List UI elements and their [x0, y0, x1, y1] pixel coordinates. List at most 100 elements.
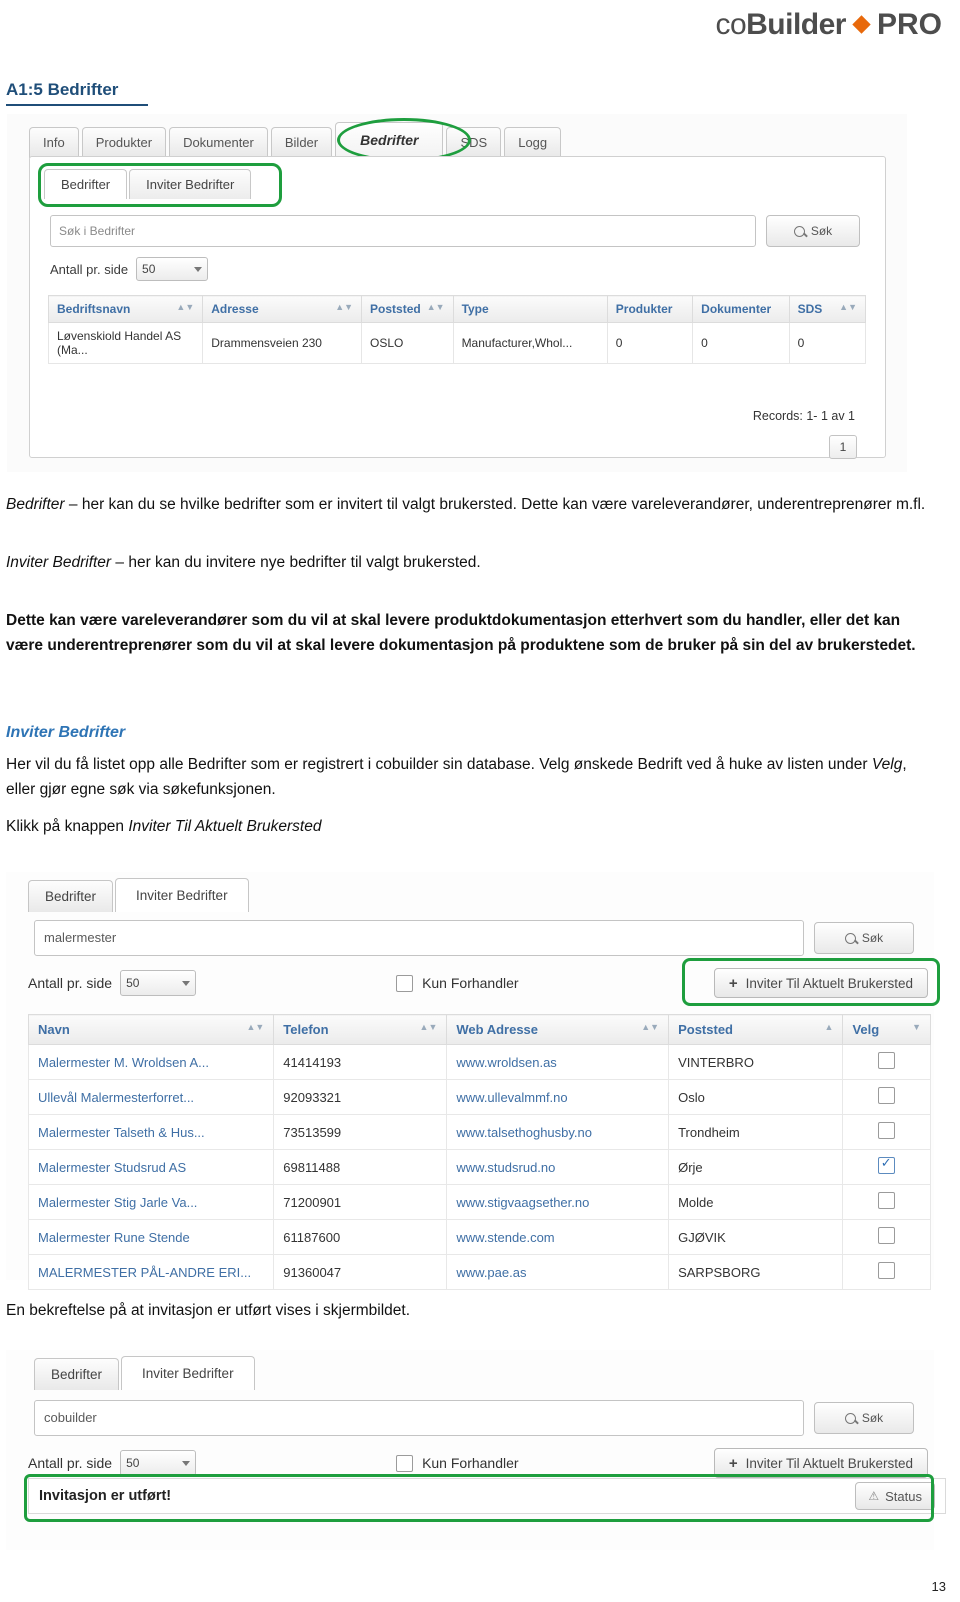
tab-bilder[interactable]: Bilder	[270, 127, 333, 158]
s3-per-page-value: 50	[126, 1456, 140, 1470]
tab-bedrifter[interactable]: Bedrifter	[335, 122, 444, 158]
col-navn[interactable]: Navn ▲▼	[27, 1014, 275, 1045]
velg-checkbox-checked[interactable]	[878, 1155, 896, 1174]
search-icon	[844, 932, 856, 944]
cell-navn[interactable]: MALERMESTER PÅL-ANDRE ERI...	[27, 1254, 275, 1290]
cell-navn[interactable]: Malermester M. Wroldsen A...	[27, 1044, 275, 1080]
s2-per-page-select[interactable]: 50	[120, 970, 197, 996]
cell-velg[interactable]	[842, 1184, 931, 1220]
sort-icon: ▲▼	[246, 1022, 265, 1032]
col-bedriftsnavn[interactable]: Bedriftsnavn ▲▼	[47, 295, 204, 323]
cell-velg[interactable]	[842, 1149, 931, 1185]
cell-navn[interactable]: Malermester Talseth & Hus...	[27, 1114, 275, 1150]
cell-velg[interactable]	[842, 1219, 931, 1255]
cell-velg[interactable]	[842, 1114, 931, 1150]
search-button[interactable]: Søk	[766, 215, 860, 247]
s2-kun-forhandler[interactable]: Kun Forhandler	[396, 974, 519, 992]
sub-tab-bar: Bedrifter Inviter Bedrifter	[44, 169, 253, 199]
cell-web[interactable]: www.studsrud.no	[446, 1149, 670, 1185]
velg-checkbox[interactable]	[878, 1227, 896, 1244]
pagination-page-1[interactable]: 1	[829, 435, 857, 459]
table-row[interactable]: MALERMESTER PÅL-ANDRE ERI... 91360047 ww…	[27, 1254, 931, 1290]
table-row[interactable]: Malermester Rune Stende 61187600 www.ste…	[27, 1219, 931, 1255]
cell-web[interactable]: www.stende.com	[446, 1219, 670, 1255]
col-sds[interactable]: SDS ▲▼	[788, 295, 867, 323]
velg-checkbox[interactable]	[878, 1192, 896, 1209]
sort-icon: ▲▼	[426, 302, 445, 312]
per-page-row: Antall pr. side 50	[50, 257, 209, 281]
s2-search-button[interactable]: Søk	[814, 922, 914, 954]
col-poststed[interactable]: Poststed ▲▼	[361, 295, 454, 323]
bedrifter-table: Bedriftsnavn ▲▼ Adresse ▲▼ Poststed ▲▼ Type…	[47, 295, 867, 364]
tab-logg[interactable]: Logg	[504, 127, 562, 158]
cell-poststed: SARPSBORG	[668, 1254, 844, 1290]
table-row[interactable]: Malermester Talseth & Hus... 73513599 ww…	[27, 1114, 931, 1150]
subtab-inviter-bedrifter[interactable]: Inviter Bedrifter	[129, 169, 252, 199]
cell-web[interactable]: www.pae.as	[446, 1254, 670, 1290]
s3-invite-button[interactable]: + Inviter Til Aktuelt Brukersted	[713, 1448, 928, 1478]
cell-velg[interactable]	[842, 1044, 931, 1080]
cell-velg[interactable]	[842, 1079, 931, 1115]
tab-info[interactable]: Info	[29, 127, 79, 158]
s3-search-input[interactable]: cobuilder	[34, 1400, 804, 1436]
col-produkter[interactable]: Produkter	[606, 295, 694, 323]
main-tab-bar: Info Produkter Dokumenter Bilder Bedrift…	[29, 122, 564, 158]
velg-checkbox[interactable]	[878, 1052, 896, 1069]
cell-navn[interactable]: Malermester Studsrud AS	[27, 1149, 275, 1185]
kun-forhandler-checkbox[interactable]	[396, 974, 414, 992]
cell-telefon: 73513599	[273, 1114, 448, 1150]
cell-web[interactable]: www.stigvaagsether.no	[446, 1184, 670, 1220]
s2-subtab-inviter-bedrifter[interactable]: Inviter Bedrifter	[115, 878, 249, 912]
cell-velg[interactable]	[842, 1254, 931, 1290]
velg-checkbox[interactable]	[878, 1087, 896, 1104]
cell-web[interactable]: www.wroldsen.as	[446, 1044, 670, 1080]
table-row[interactable]: Malermester Stig Jarle Va... 71200901 ww…	[27, 1184, 931, 1220]
col-velg[interactable]: Velg ▼	[842, 1014, 931, 1045]
s3-per-page-select[interactable]: 50	[120, 1450, 197, 1476]
table-row[interactable]: Malermester Studsrud AS 69811488 www.stu…	[27, 1149, 931, 1185]
col-telefon[interactable]: Telefon ▲▼	[273, 1014, 448, 1045]
col-dokumenter[interactable]: Dokumenter	[692, 295, 790, 323]
s3-subtab-bedrifter[interactable]: Bedrifter	[34, 1358, 120, 1390]
invite-to-location-button[interactable]: + Inviter Til Aktuelt Brukersted	[713, 968, 928, 998]
cell-navn[interactable]: Malermester Rune Stende	[27, 1219, 275, 1255]
per-page-select[interactable]: 50	[136, 257, 209, 281]
col-adresse[interactable]: Adresse ▲▼	[202, 295, 363, 323]
cell-sds: 0	[788, 322, 867, 364]
paragraph-inviter: Inviter Bedrifter – her kan du invitere …	[6, 550, 926, 575]
screenshot-inviter-bedrifter: Bedrifter Inviter Bedrifter malermester …	[6, 872, 940, 1290]
sort-icon: ▲▼	[335, 302, 354, 312]
tab-produkter[interactable]: Produkter	[81, 127, 167, 158]
cell-web[interactable]: www.ullevalmmf.no	[446, 1079, 670, 1115]
sort-icon: ▲	[824, 1022, 834, 1032]
cell-navn[interactable]: Malermester Stig Jarle Va...	[27, 1184, 275, 1220]
s3-subtab-inviter-bedrifter[interactable]: Inviter Bedrifter	[121, 1356, 255, 1390]
s2-search-input[interactable]: malermester	[34, 920, 804, 956]
tab-sds[interactable]: SDS	[446, 127, 502, 158]
search-input[interactable]: Søk i Bedrifter	[50, 215, 756, 247]
cell-navn[interactable]: Ullevål Malermesterforret...	[27, 1079, 275, 1115]
cell-bedriftsnavn[interactable]: Løvenskiold Handel AS (Ma...	[47, 322, 204, 364]
table-row[interactable]: Løvenskiold Handel AS (Ma... Drammensvei…	[47, 322, 867, 364]
plus-icon: +	[728, 974, 738, 992]
kun-forhandler-checkbox[interactable]	[396, 1454, 414, 1472]
chevron-down-icon	[194, 266, 203, 272]
subtab-bedrifter[interactable]: Bedrifter	[44, 169, 128, 199]
velg-checkbox[interactable]	[878, 1122, 896, 1139]
paragraph-klikk-text: Klikk på knappen	[6, 818, 129, 835]
col-poststed[interactable]: Poststed ▲	[668, 1014, 844, 1045]
s3-search-button[interactable]: Søk	[814, 1402, 914, 1434]
tab-dokumenter[interactable]: Dokumenter	[169, 127, 268, 158]
table-row[interactable]: Ullevål Malermesterforret... 92093321 ww…	[27, 1079, 931, 1115]
col-web-adresse[interactable]: Web Adresse ▲▼	[446, 1014, 670, 1045]
s2-subtab-bedrifter[interactable]: Bedrifter	[28, 880, 114, 912]
velg-checkbox[interactable]	[878, 1262, 896, 1279]
sort-icon: ▲▼	[641, 1022, 660, 1032]
cell-web[interactable]: www.talsethoghusby.no	[446, 1114, 670, 1150]
s3-kun-forhandler[interactable]: Kun Forhandler	[396, 1454, 519, 1472]
table-row[interactable]: Malermester M. Wroldsen A... 41414193 ww…	[27, 1044, 931, 1080]
status-button[interactable]: ⚠ Status	[855, 1482, 935, 1510]
records-count: Records: 1- 1 av 1	[752, 409, 855, 423]
logo-builder-text: Builder	[746, 8, 846, 41]
col-type[interactable]: Type	[452, 295, 608, 323]
